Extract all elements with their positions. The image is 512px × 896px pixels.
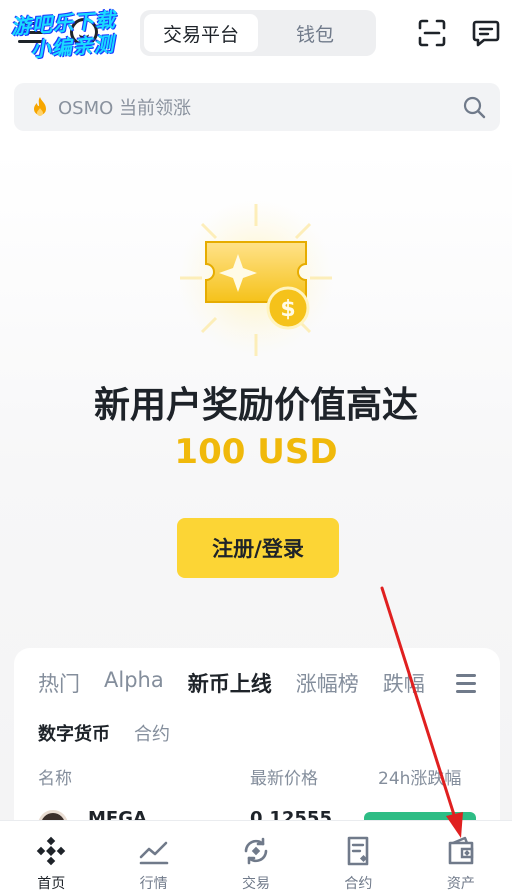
more-categories-icon[interactable]: [450, 670, 486, 698]
message-icon[interactable]: [472, 19, 500, 47]
home-icon: [36, 836, 66, 866]
watermark: 游吧乐下载 小编亲测: [10, 5, 154, 71]
promo-amount: 100 USD: [174, 432, 338, 472]
bottom-navigation: 首页 行情 交易 合约 资产: [0, 820, 512, 896]
tab-exchange[interactable]: 交易平台: [144, 14, 258, 52]
flame-icon: [34, 97, 46, 116]
signup-login-button[interactable]: 注册/登录: [177, 518, 339, 578]
reward-ticket-icon: $: [178, 200, 334, 356]
search-placeholder: OSMO 当前领涨: [58, 98, 192, 119]
nav-assets[interactable]: 资产: [410, 821, 512, 896]
promo-title: 新用户奖励价值高达: [93, 385, 418, 426]
nav-label-home: 首页: [37, 876, 66, 892]
tab-hot[interactable]: 热门: [38, 668, 80, 698]
search-bar[interactable]: OSMO 当前领涨: [14, 83, 500, 131]
nav-trade[interactable]: 交易: [205, 821, 307, 896]
column-price-header[interactable]: 最新价格: [250, 764, 318, 789]
market-category-tabs: 热门 Alpha 新币上线 涨幅榜 跌幅: [38, 668, 478, 698]
svg-text:$: $: [280, 297, 295, 322]
nav-home[interactable]: 首页: [0, 821, 102, 896]
nav-label-trade: 交易: [242, 876, 271, 892]
tab-spot[interactable]: 数字货币: [38, 720, 110, 746]
tab-futures[interactable]: 合约: [134, 720, 170, 746]
wallet-icon: [448, 836, 474, 865]
column-name-header[interactable]: 名称: [38, 764, 72, 789]
nav-label-markets: 行情: [139, 876, 168, 892]
nav-futures[interactable]: 合约: [307, 821, 409, 896]
platform-switcher: 交易平台 钱包: [140, 10, 376, 56]
nav-markets[interactable]: 行情: [102, 821, 204, 896]
app-screen: 游吧乐下载 小编亲测 交易平台 钱包 OSMO 当前领涨 $ 新用户奖励价值高达…: [0, 0, 512, 896]
tab-new-listings[interactable]: 新币上线: [188, 668, 272, 698]
column-change-header[interactable]: 24h涨跌幅: [378, 764, 461, 789]
markets-icon: [139, 841, 168, 865]
tab-gainers[interactable]: 涨幅榜: [296, 668, 359, 698]
search-icon[interactable]: [462, 95, 486, 119]
tab-wallet[interactable]: 钱包: [258, 14, 372, 52]
nav-label-assets: 资产: [446, 876, 475, 892]
trade-icon: [244, 837, 268, 865]
scan-icon[interactable]: [418, 19, 446, 47]
futures-icon: [348, 836, 369, 866]
market-sub-tabs: 数字货币 合约: [38, 720, 170, 746]
nav-label-futures: 合约: [344, 876, 373, 892]
tab-losers[interactable]: 跌幅: [383, 668, 425, 698]
tab-alpha[interactable]: Alpha: [104, 668, 164, 698]
